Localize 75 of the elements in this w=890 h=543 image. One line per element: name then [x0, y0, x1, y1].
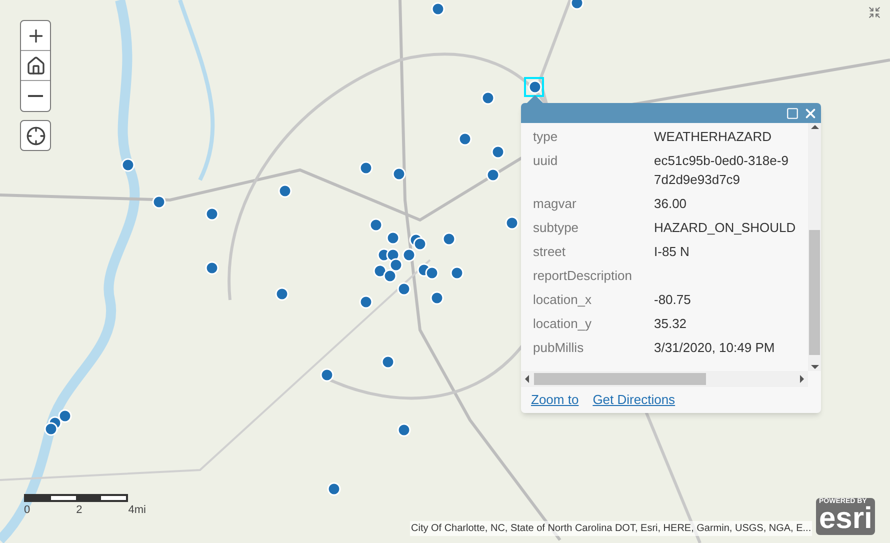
maximize-icon[interactable]: [786, 106, 799, 120]
locate-icon: [26, 126, 46, 146]
map-marker-icon[interactable]: [359, 295, 373, 309]
selection-box-icon: [524, 77, 544, 97]
field-label: reportDescription: [533, 267, 633, 285]
scale-label: 0: [24, 503, 30, 518]
horizontal-scrollbar[interactable]: [521, 371, 808, 387]
scale-label: 4mi: [128, 503, 146, 518]
field-value: 36.00: [654, 195, 687, 213]
map-marker-icon[interactable]: [381, 355, 395, 369]
map-marker-icon[interactable]: [425, 266, 439, 280]
map-marker-icon[interactable]: [389, 258, 403, 272]
map-marker-icon[interactable]: [44, 422, 58, 436]
field-label: street: [533, 243, 567, 261]
map-marker-icon[interactable]: [275, 287, 289, 301]
scroll-left-icon: [525, 375, 529, 383]
scroll-thumb[interactable]: [534, 373, 706, 385]
home-icon: [26, 56, 46, 76]
logo-name: esri: [819, 505, 872, 533]
scroll-up-icon: [810, 125, 818, 129]
popup-link[interactable]: Zoom to: [531, 390, 579, 410]
map-marker-icon[interactable]: [486, 168, 500, 182]
map-marker-icon[interactable]: [369, 218, 383, 232]
field-label: subtype: [533, 219, 580, 237]
map-marker-icon[interactable]: [58, 409, 72, 423]
field-value: -80.75: [654, 291, 691, 309]
scale-label: 2: [76, 503, 82, 518]
field-value: HAZARD_ON_SHOULD: [654, 219, 796, 237]
scroll-thumb[interactable]: [809, 230, 820, 354]
map-marker-icon[interactable]: [278, 184, 292, 198]
field-label: uuid: [533, 152, 559, 170]
map-marker-icon[interactable]: [320, 368, 334, 382]
map-marker-icon[interactable]: [430, 291, 444, 305]
map-marker-icon[interactable]: [570, 0, 584, 10]
scroll-right-icon: [800, 375, 804, 383]
map-marker-icon[interactable]: [491, 145, 505, 159]
map-marker-icon[interactable]: [450, 266, 464, 280]
map-marker-icon[interactable]: [397, 423, 411, 437]
field-value: I-85 N: [654, 243, 690, 261]
locate-button[interactable]: [20, 120, 51, 151]
popup-link[interactable]: Get Directions: [592, 390, 676, 410]
map-marker-icon[interactable]: [152, 195, 166, 209]
field-value: 7d2d9e93d7c9: [654, 171, 742, 189]
map-marker-icon[interactable]: [458, 132, 472, 146]
map-marker-icon[interactable]: [505, 216, 519, 230]
map-marker-icon[interactable]: [386, 231, 400, 245]
map-marker-icon[interactable]: [442, 232, 456, 246]
map-marker-icon[interactable]: [383, 269, 397, 283]
map-marker-icon[interactable]: [373, 264, 387, 278]
diagonal-arrows-icon: [868, 6, 880, 18]
map-marker-icon[interactable]: [431, 2, 445, 16]
map-marker-icon[interactable]: [528, 80, 542, 94]
map-marker-icon[interactable]: [397, 282, 411, 296]
map-marker-icon[interactable]: [481, 91, 495, 105]
field-label: pubMillis: [533, 339, 585, 357]
attribution-text: City Of Charlotte, NC, State of North Carolina DOT, Esri, HERE, Garmin, USGS, NGA, E...: [410, 521, 812, 536]
map-marker-icon[interactable]: [327, 482, 341, 496]
field-label: location_x: [533, 291, 593, 309]
map-marker-icon[interactable]: [413, 237, 427, 251]
map-marker-icon[interactable]: [121, 158, 135, 172]
field-label: location_y: [533, 315, 593, 333]
map-marker-icon[interactable]: [392, 167, 406, 181]
field-value: ec51c95b-0ed0-318e-9: [654, 152, 788, 170]
field-value: 35.32: [654, 315, 687, 333]
field-value: WEATHERHAZARD: [654, 128, 772, 146]
collapse-button[interactable]: [866, 4, 882, 20]
map-marker-icon[interactable]: [205, 261, 219, 275]
vertical-scrollbar[interactable]: [808, 123, 821, 371]
map-marker-icon[interactable]: [205, 207, 219, 221]
field-value: 3/31/2020, 10:49 PM: [654, 339, 775, 357]
map-marker-icon[interactable]: [359, 161, 373, 175]
field-label: magvar: [533, 195, 578, 213]
map-marker-icon[interactable]: [402, 248, 416, 262]
minus-icon: [28, 95, 43, 97]
field-label: type: [533, 128, 559, 146]
